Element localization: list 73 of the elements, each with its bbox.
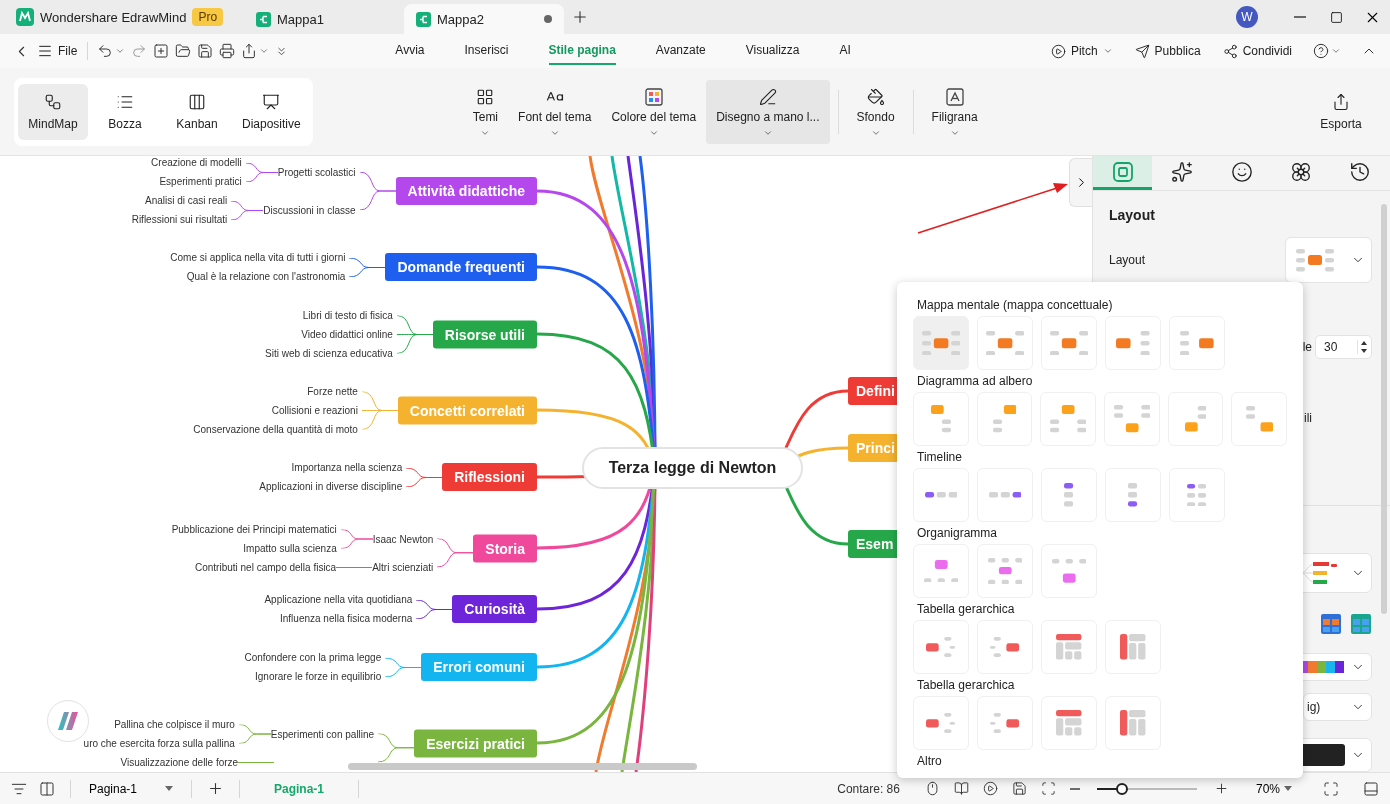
subtopic-label: Qual è la relazione con l'astronomia [186,270,346,284]
subtopic-label: Confondere con la prima legge [244,651,382,665]
main-topic[interactable]: Riflessioni [442,463,537,491]
toolbar-action[interactable]: Pubblica [1130,40,1205,62]
menu-tab[interactable]: Inserisci [464,37,509,65]
subtopic-label: Video didattici online [301,327,393,342]
subtopic-label: uro che esercita forza sulla pallina [83,736,235,751]
ribbon-tool[interactable]: Temi [462,79,509,144]
field-label: Layout [1109,253,1146,267]
menu-tab[interactable]: Visualizza [745,37,800,65]
subtopic-label: Ignorare le forze in equilibrio [255,670,382,684]
subtopic-label: Come si applica nella vita di tutti i giorni [170,251,346,265]
subtopic-label: Visualizzazione delle forze [120,755,239,770]
field-label: le [1302,340,1312,354]
app-name: Wondershare EdrawMind [40,9,187,25]
subtopic-label: Analisi di casi reali [145,194,228,208]
section-title: Mappa mentale (mappa concettuale) [917,298,1114,313]
toolbar-action[interactable]: Condividi [1218,40,1296,62]
section-heading: Layout [1109,207,1156,223]
menu-tab[interactable]: AI [839,37,851,65]
ribbon-tool[interactable]: Font del tema [508,79,602,144]
pro-badge: Pro [192,8,224,26]
subtopic-label: Creazione di modelli [151,156,242,170]
main-topic[interactable]: Domande frequenti [385,253,537,281]
subtopic-label: Impatto sulla scienza [243,541,337,556]
subtopic-label: Contributi nel campo della fisica [195,560,337,575]
subtopic-label: Pubblicazione dei Principi matematici [171,522,337,537]
subtopic-label: Conservazione della quantità di moto [193,422,358,437]
subtopic-label: Forze nette [307,384,358,399]
subtopic-label: Esperimenti con palline [270,727,375,742]
user-avatar[interactable]: W [1236,6,1258,28]
file-menu[interactable]: File [33,40,82,62]
subtopic-label: Pallina che colpisce il muro [114,717,235,732]
subtopic-label: Influenza nella fisica moderna [280,612,413,626]
ribbon-tool[interactable]: Filigrana [921,79,988,144]
subtopic-label: Altri scienziati [372,560,434,575]
option-label: ili [1304,411,1312,425]
subtopic-label: Applicazioni in diverse discipline [259,480,403,494]
page-select[interactable]: Pagina-1 [83,778,179,799]
section-title: Tabella gerarchica [917,678,1016,693]
font-select[interactable]: ig) [1303,693,1372,721]
section-title: Altro [917,754,943,769]
view-button[interactable]: Diapositive [234,83,309,140]
subtopic-label: Esperimenti pratici [159,175,242,189]
spacing-field[interactable]: 30 [1315,335,1372,359]
view-button[interactable]: Bozza [90,83,160,140]
subtopic-label: Collisioni e reazioni [271,403,358,418]
toolbar-action[interactable]: Pitch [1046,40,1117,62]
subtopic-label: Isaac Newton [372,532,434,546]
zoom-select[interactable]: 70% [1249,780,1298,797]
subtopic-label: Applicazione nella vita quotidiana [264,593,413,607]
central-topic[interactable]: Terza legge di Newton [582,447,803,489]
subtopic-label: Discussioni in classe [263,203,356,218]
menu-tab[interactable]: Stile pagina [548,37,616,65]
main-topic[interactable]: Attività didattiche [395,177,537,205]
document-tab[interactable]: Mappa1 [244,4,404,34]
subtopic-label: Importanza nella scienza [291,461,403,475]
menu-tab[interactable]: Avvia [395,37,425,65]
subtopic-label: Siti web di scienza educativa [265,346,393,361]
ribbon-tool[interactable]: Colore del tema [601,79,707,144]
document-tab[interactable]: Mappa2 [404,4,564,34]
ribbon-tool[interactable]: Disegno a mano l... [706,79,830,144]
subtopic-label: Riflessioni sui risultati [131,213,228,227]
main-topic[interactable]: Curiosità [452,595,537,623]
view-button[interactable]: MindMap [18,83,88,140]
section-title: Tabella gerarchica [917,602,1016,617]
subtopic-label: Progetti scolastici [277,165,356,180]
view-button[interactable]: Kanban [162,83,232,140]
ribbon-tool[interactable]: Sfondo [846,79,905,144]
word-count: Contare: 86 [837,781,900,796]
menu-tab[interactable]: Avanzate [655,37,706,65]
export-button[interactable]: Esporta [1306,83,1376,140]
subtopic-label: Libri di testo di fisica [302,308,393,323]
